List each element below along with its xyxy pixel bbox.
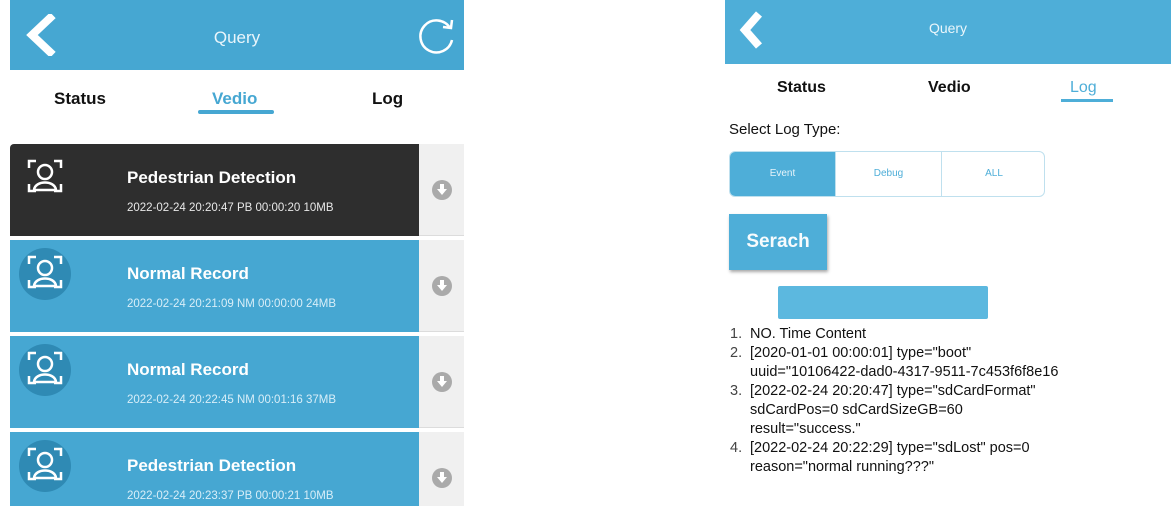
avatar: [19, 440, 71, 492]
video-card[interactable]: Normal Record 2022-02-24 20:21:09 NM 00:…: [10, 240, 419, 332]
log-entry-number: 4.: [730, 440, 743, 456]
video-title: Pedestrian Detection: [127, 456, 297, 475]
avatar: [19, 152, 71, 204]
face-detect-icon: [27, 351, 63, 385]
top-bar: Query: [725, 0, 1171, 64]
video-card[interactable]: Pedestrian Detection 2022-02-24 20:20:47…: [10, 144, 419, 236]
log-line: [2020-01-01 00:00:01] type="boot": [750, 345, 972, 361]
page-title: Query: [928, 20, 968, 36]
active-tab-indicator: [1061, 99, 1113, 102]
screenshot-stage: Query Status Vedio Log Pedestrian Detect…: [0, 0, 1171, 506]
log-type-selector: Event Debug ALL: [729, 151, 1045, 197]
log-line: reason="normal running???": [750, 459, 935, 475]
video-card[interactable]: Normal Record 2022-02-24 20:22:45 NM 00:…: [10, 336, 419, 428]
video-title: Pedestrian Detection: [127, 168, 297, 187]
download-button[interactable]: [419, 240, 464, 332]
refresh-button[interactable]: [414, 14, 458, 58]
face-detect-icon: [27, 447, 63, 481]
download-button[interactable]: [419, 336, 464, 428]
log-entry-number: 2.: [730, 345, 743, 361]
video-meta: 2022-02-24 20:21:09 NM 00:00:00 24MB: [127, 298, 337, 310]
log-entry-number: 3.: [730, 383, 743, 399]
download-icon: [432, 276, 452, 296]
list-item[interactable]: Pedestrian Detection 2022-02-24 20:23:37…: [10, 432, 464, 506]
tab-vedio[interactable]: Vedio: [928, 79, 971, 97]
video-screen: Query Status Vedio Log Pedestrian Detect…: [10, 0, 464, 506]
refresh-icon: [419, 19, 454, 54]
download-icon: [432, 372, 452, 392]
tab-status[interactable]: Status: [54, 89, 106, 109]
avatar: [19, 248, 71, 300]
log-line: sdCardPos=0 sdCardSizeGB=60: [750, 402, 963, 418]
log-entry: 3. [2022-02-24 20:20:47] type="sdCardFor…: [730, 382, 1171, 439]
blank-result-bar: [778, 286, 988, 319]
tab-status[interactable]: Status: [777, 79, 826, 97]
video-title: Normal Record: [127, 360, 249, 379]
download-button[interactable]: [419, 432, 464, 506]
log-screen: Query Status Vedio Log Select Log Type: …: [725, 0, 1171, 506]
tab-bar: Status Vedio Log: [10, 70, 464, 128]
list-item[interactable]: Normal Record 2022-02-24 20:21:09 NM 00:…: [10, 240, 464, 332]
page-title: Query: [213, 28, 261, 47]
face-detect-icon: [27, 159, 63, 193]
list-item[interactable]: Normal Record 2022-02-24 20:22:45 NM 00:…: [10, 336, 464, 428]
log-list: 1. NO. Time Content 2. [2020-01-01 00:00…: [730, 325, 1171, 477]
log-line: NO. Time Content: [750, 326, 867, 342]
avatar: [19, 344, 71, 396]
log-entry: 1. NO. Time Content: [730, 325, 1171, 344]
list-item[interactable]: Pedestrian Detection 2022-02-24 20:20:47…: [10, 144, 464, 236]
download-button[interactable]: [419, 144, 464, 236]
face-detect-icon: [27, 255, 63, 289]
log-line: [2022-02-24 20:22:29] type="sdLost" pos=…: [750, 440, 1030, 456]
video-meta: 2022-02-24 20:22:45 NM 00:01:16 37MB: [127, 394, 337, 406]
log-line: result="success.": [750, 421, 861, 437]
video-meta: 2022-02-24 20:20:47 PB 00:00:20 10MB: [127, 202, 334, 214]
video-card[interactable]: Pedestrian Detection 2022-02-24 20:23:37…: [10, 432, 419, 506]
tab-vedio[interactable]: Vedio: [212, 89, 257, 109]
download-icon: [432, 468, 452, 488]
log-entry-number: 1.: [730, 326, 743, 342]
log-line: [2022-02-24 20:20:47] type="sdCardFormat…: [750, 383, 1036, 399]
video-meta: 2022-02-24 20:23:37 PB 00:00:21 10MB: [127, 490, 334, 502]
top-bar: Query: [10, 0, 464, 70]
log-type-event[interactable]: Event: [730, 152, 836, 196]
log-entry: 4. [2022-02-24 20:22:29] type="sdLost" p…: [730, 439, 1171, 477]
video-title: Normal Record: [127, 264, 249, 283]
active-tab-indicator: [198, 110, 274, 114]
log-entry: 2. [2020-01-01 00:00:01] type="boot" uui…: [730, 344, 1171, 382]
search-button[interactable]: Serach: [729, 214, 827, 270]
tab-log[interactable]: Log: [1070, 79, 1097, 97]
log-line: uuid="10106422-dad0-4317-9511-7c453f6f8e…: [750, 364, 1059, 380]
tab-log[interactable]: Log: [372, 89, 403, 109]
download-icon: [432, 180, 452, 200]
log-type-all[interactable]: ALL: [942, 152, 1044, 196]
log-type-debug[interactable]: Debug: [836, 152, 942, 196]
log-type-label: Select Log Type:: [729, 121, 841, 138]
